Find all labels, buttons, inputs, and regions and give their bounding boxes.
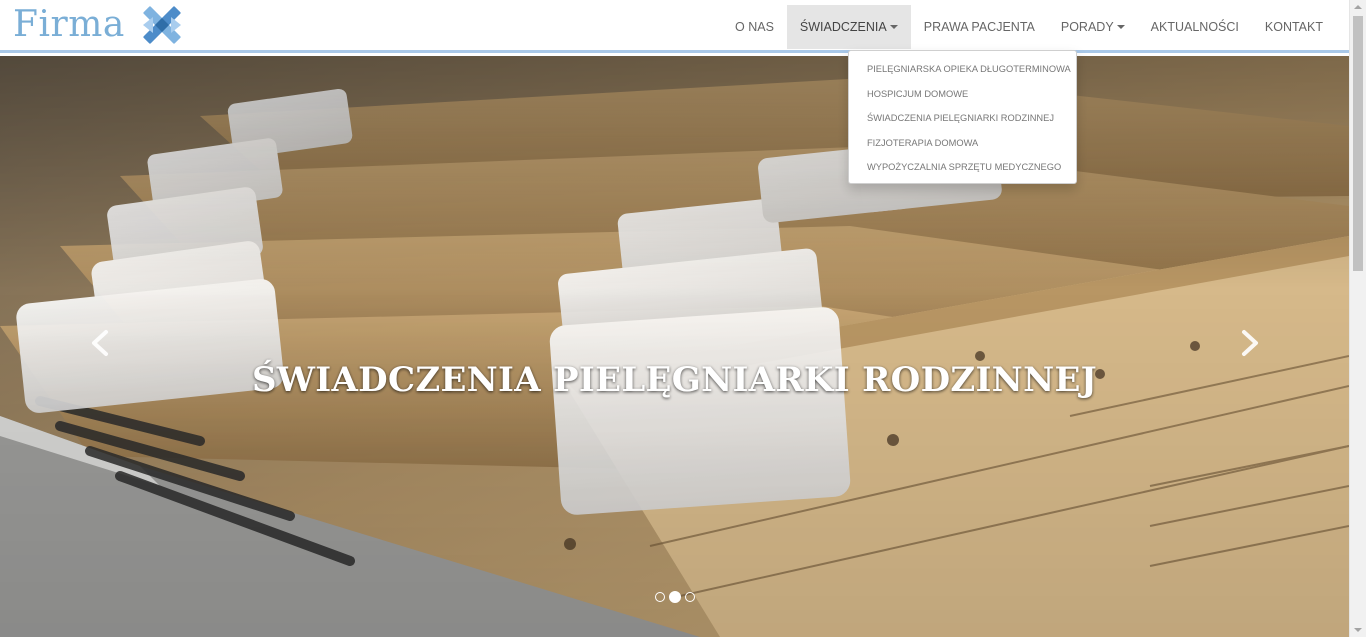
hero-image [0,56,1349,637]
page-scrollbar[interactable] [1349,0,1366,637]
nav-item-aktualnosci[interactable]: AKTUALNOŚCI [1138,5,1252,49]
nav-label: PORADY [1060,20,1114,34]
nav-label: PRAWA PACJENTA [923,20,1035,34]
nav-item-swiadczenia[interactable]: ŚWIADCZENIA [786,5,911,49]
carousel-next-button[interactable] [1234,328,1264,358]
chevron-left-icon [92,330,108,356]
swiadczenia-dropdown-menu: PIELĘGNIARSKA OPIEKA DŁUGOTERMINOWA HOSP… [848,50,1077,184]
brand-link[interactable]: Firma [13,4,185,45]
nav-item-o-nas[interactable]: O NAS [722,5,787,49]
dropdown-item-opieka-dlugoterminowa[interactable]: PIELĘGNIARSKA OPIEKA DŁUGOTERMINOWA [849,57,1076,82]
hero-carousel: ŚWIADCZENIA PIELĘGNIARKI RODZINNEJ [0,56,1349,637]
nav-item-prawa-pacjenta[interactable]: PRAWA PACJENTA [911,5,1048,49]
nav-label: AKTUALNOŚCI [1150,20,1239,34]
blue-cross-logo-icon [142,5,181,44]
carousel-indicators [655,591,695,603]
dropdown-item-fizjoterapia-domowa[interactable]: FIZJOTERAPIA DOMOWA [849,131,1076,156]
nav-item-porady[interactable]: PORADY [1048,5,1138,49]
scrollbar-thumb[interactable] [1353,16,1363,271]
main-nav: O NAS ŚWIADCZENIA PRAWA PACJENTA PORADY … [722,5,1336,49]
carousel-indicator-1[interactable] [655,592,665,602]
carousel-prev-button[interactable] [86,328,116,358]
dropdown-item-wypozyczalnia-sprzetu[interactable]: WYPOŻYCZALNIA SPRZĘTU MEDYCZNEGO [849,155,1076,180]
nav-label: ŚWIADCZENIA [799,20,887,34]
scroll-up-arrow-icon[interactable] [1354,5,1362,9]
nav-label: KONTAKT [1264,20,1323,34]
caret-down-icon [1116,25,1125,29]
scroll-down-arrow-icon[interactable] [1354,628,1362,632]
carousel-indicator-3[interactable] [685,592,695,602]
carousel-indicator-2[interactable] [669,591,681,603]
chevron-right-icon [1242,330,1258,356]
caret-down-icon [889,25,898,29]
brand-name: Firma [13,4,125,45]
carousel-caption: ŚWIADCZENIA PIELĘGNIARKI RODZINNEJ [251,360,1098,400]
navbar: Firma O NAS ŚWIADCZENIA PRAWA PACJENTA P… [0,0,1349,53]
nav-item-kontakt[interactable]: KONTAKT [1252,5,1336,49]
dropdown-item-hospicjum-domowe[interactable]: HOSPICJUM DOMOWE [849,82,1076,107]
nav-label: O NAS [735,20,774,34]
dropdown-item-pielegniarka-rodzinna[interactable]: ŚWIADCZENIA PIELĘGNIARKI RODZINNEJ [849,106,1076,131]
